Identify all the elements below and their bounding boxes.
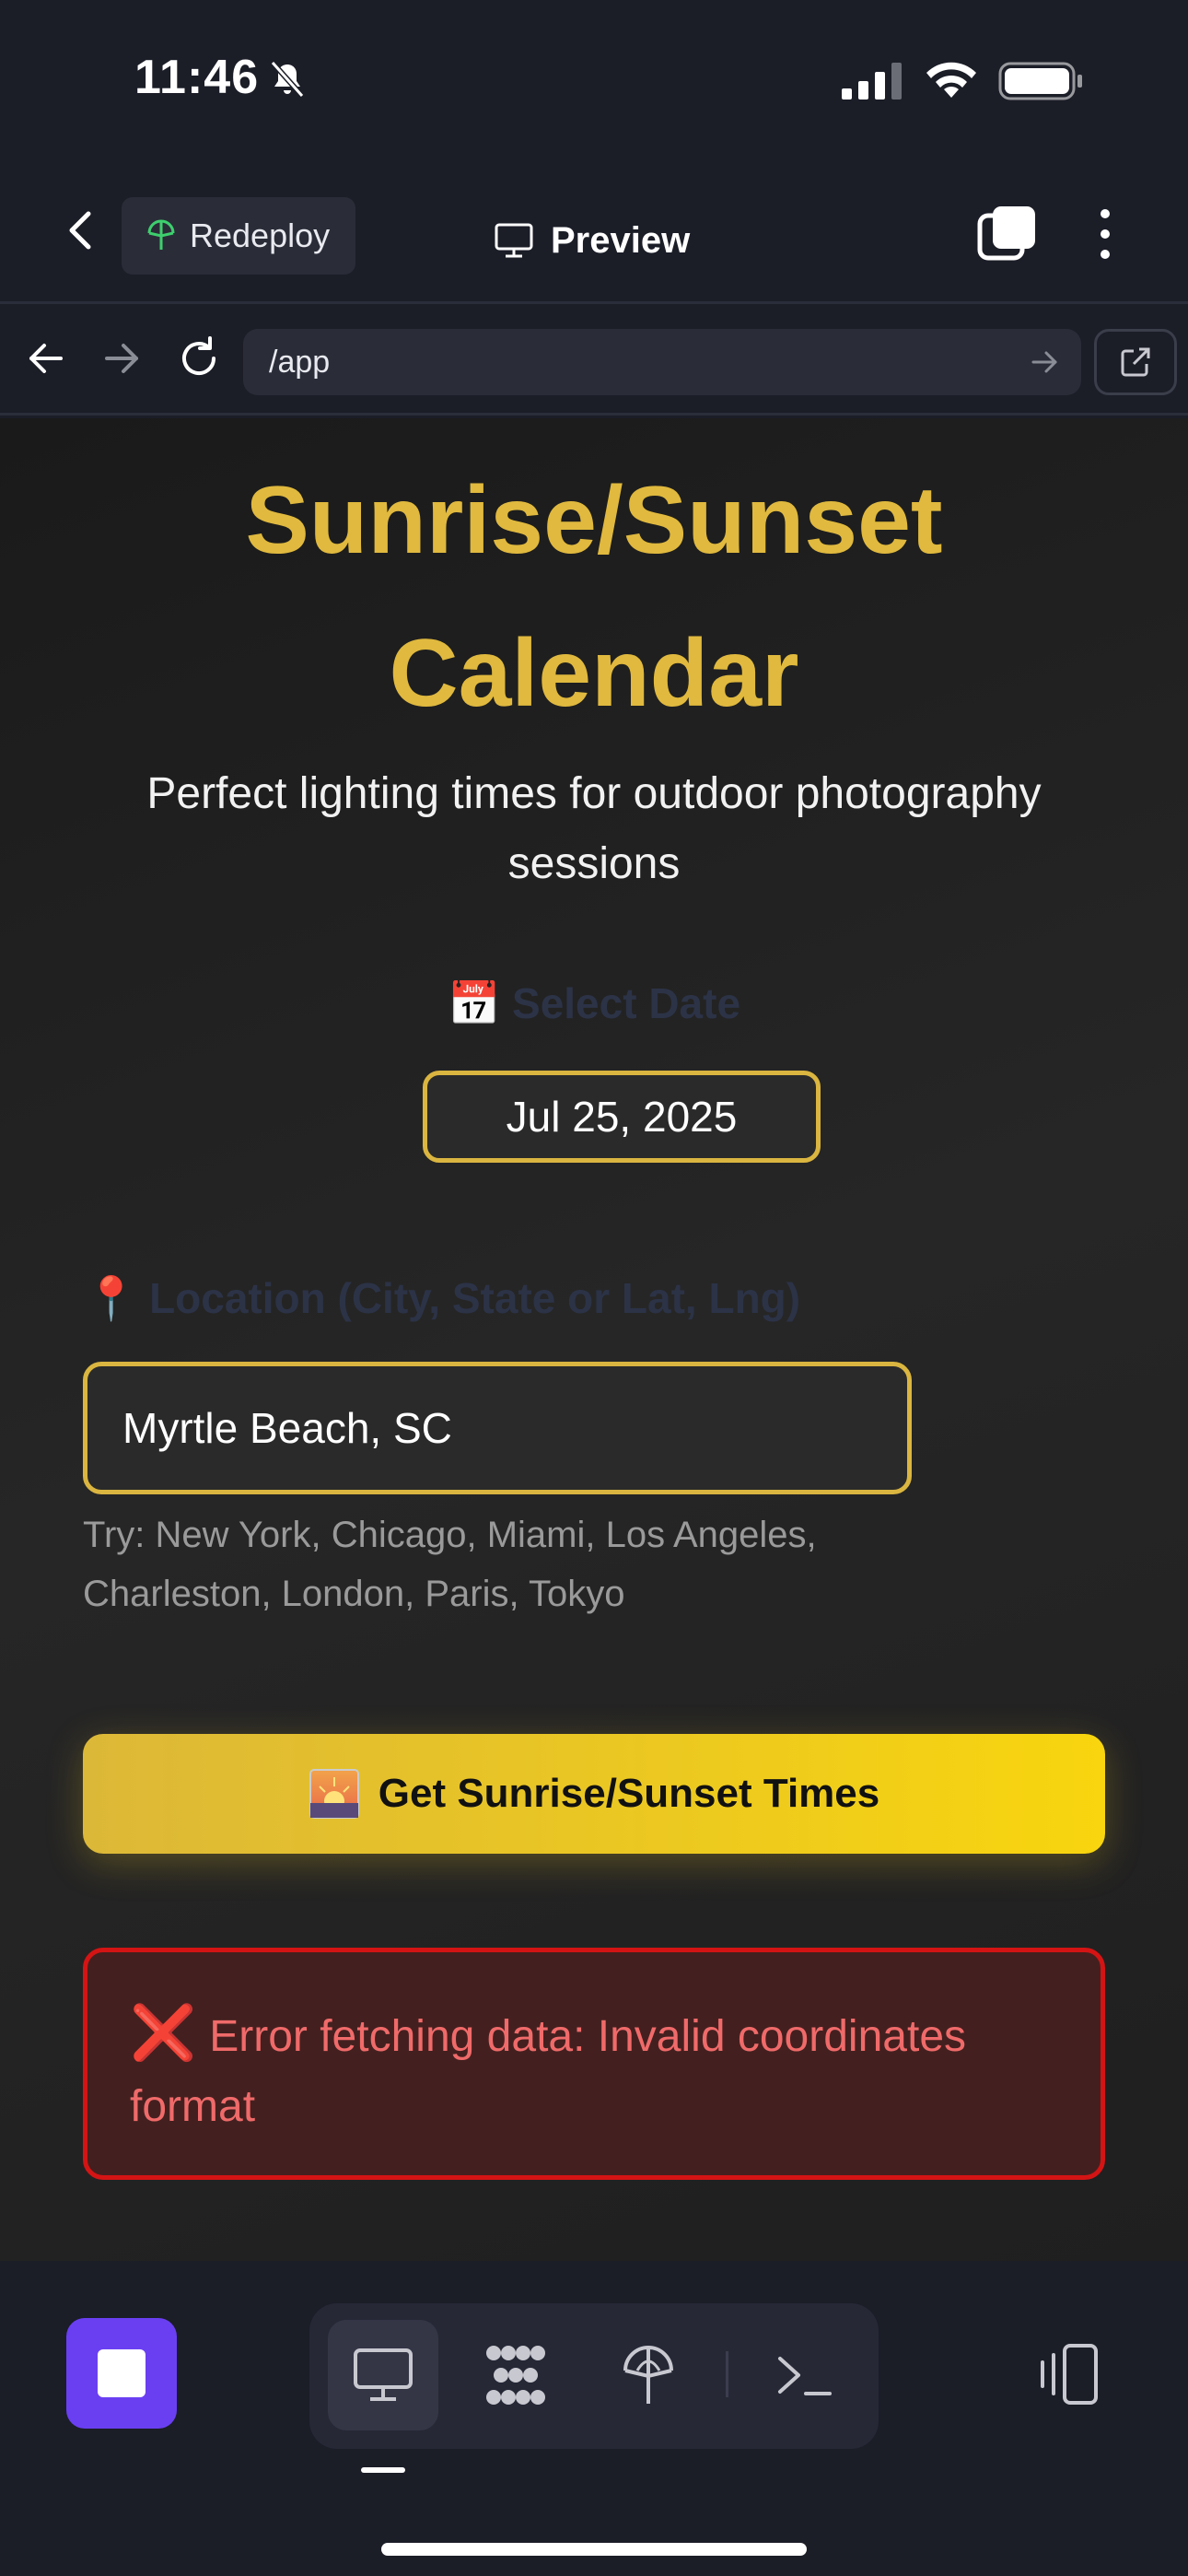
location-label-text: Location (City, State or Lat, Lng) — [149, 1274, 801, 1322]
signal-icon — [842, 63, 902, 100]
url-field[interactable] — [243, 329, 1081, 395]
battery-icon — [998, 62, 1082, 100]
date-label: 📅 Select Date — [0, 978, 1188, 1029]
tab-deploy[interactable] — [593, 2320, 704, 2430]
page-title: Sunrise/Sunset Calendar — [0, 444, 1188, 750]
sunrise-icon — [309, 1769, 359, 1819]
go-arrow-icon[interactable] — [1024, 342, 1065, 382]
location-hint: Try: New York, Chicago, Miami, Los Angel… — [83, 1515, 817, 1614]
status-bar: 11:46 — [0, 0, 1188, 157]
app-view: Sunrise/Sunset Calendar Perfect lighting… — [0, 418, 1188, 2261]
title-line-2: Calendar — [389, 620, 799, 727]
terminal-icon — [778, 2357, 832, 2395]
date-input[interactable]: Jul 25, 2025 — [423, 1071, 821, 1163]
redeploy-button[interactable]: Redeploy — [122, 197, 355, 275]
pin-icon: 📍 — [85, 1274, 138, 1322]
browser-bar — [0, 307, 1188, 416]
get-times-label: Get Sunrise/Sunset Times — [378, 1771, 880, 1816]
calendar-icon: 📅 — [447, 979, 501, 1027]
monitor-icon — [495, 223, 533, 258]
bottom-toolbar — [0, 2261, 1188, 2576]
location-label: 📍 Location (City, State or Lat, Lng) — [85, 1273, 800, 1324]
page-subtitle: Perfect lighting times for outdoor photo… — [146, 769, 1042, 888]
error-text: Error fetching data: Invalid coordinates… — [130, 2012, 967, 2131]
browser-back-icon[interactable] — [20, 333, 72, 384]
top-nav: Redeploy Preview — [0, 157, 1188, 304]
home-indicator — [381, 2543, 807, 2556]
error-message: ❌ Error fetching data: Invalid coordinate… — [83, 1948, 1105, 2180]
view-switcher — [309, 2303, 879, 2449]
date-label-text: Select Date — [512, 979, 741, 1027]
location-input[interactable] — [122, 1403, 859, 1453]
tab-apps[interactable] — [460, 2320, 571, 2430]
stop-button[interactable] — [66, 2318, 177, 2429]
apps-icon — [486, 2346, 545, 2405]
error-x-icon: ❌ — [130, 2003, 197, 2063]
antenna-icon — [623, 2346, 673, 2404]
device-rotate-icon[interactable] — [1031, 2342, 1100, 2406]
wifi-icon — [926, 62, 976, 98]
antenna-icon — [147, 219, 175, 250]
more-icon[interactable] — [1085, 203, 1125, 265]
title-line-1: Sunrise/Sunset — [245, 467, 943, 574]
get-times-button[interactable]: Get Sunrise/Sunset Times — [83, 1734, 1105, 1854]
open-external-button[interactable] — [1094, 329, 1177, 395]
external-link-icon — [1121, 347, 1150, 377]
back-icon[interactable] — [55, 201, 107, 260]
location-field[interactable] — [83, 1362, 912, 1494]
reload-icon[interactable] — [173, 333, 225, 384]
url-input[interactable] — [269, 344, 987, 381]
preview-label: Preview — [551, 219, 691, 261]
active-tab-indicator — [361, 2467, 405, 2473]
redeploy-label: Redeploy — [190, 217, 331, 254]
monitor-icon — [354, 2348, 413, 2401]
status-time: 11:46 — [134, 51, 260, 104]
stop-icon — [98, 2349, 146, 2397]
tab-preview[interactable] — [328, 2320, 438, 2430]
preview-title: Preview — [494, 208, 690, 273]
browser-forward-icon[interactable] — [96, 333, 147, 384]
bell-slash-icon — [270, 61, 305, 98]
tab-console[interactable] — [750, 2320, 860, 2430]
tabs-icon[interactable] — [976, 203, 1039, 265]
divider — [726, 2351, 728, 2397]
